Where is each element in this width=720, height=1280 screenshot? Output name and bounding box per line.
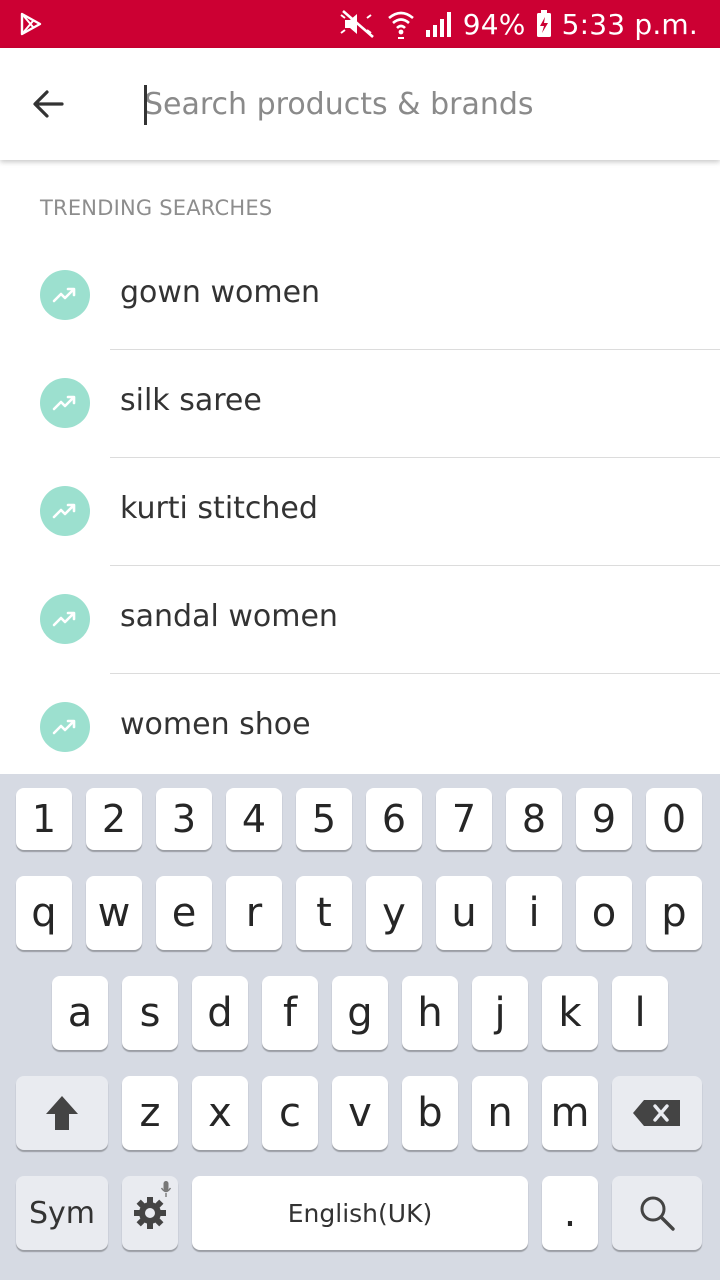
- key-9[interactable]: 9: [576, 788, 632, 850]
- key-u[interactable]: u: [436, 876, 492, 950]
- clock: 5:33 p.m.: [561, 7, 698, 41]
- list-item[interactable]: sandal women: [0, 566, 720, 674]
- trending-up-icon: [40, 378, 90, 428]
- gear-icon: [134, 1197, 166, 1229]
- text-cursor: [144, 85, 147, 125]
- settings-key[interactable]: [122, 1176, 178, 1250]
- search-input[interactable]: [144, 78, 684, 130]
- key-s[interactable]: s: [122, 976, 178, 1050]
- back-arrow-icon: [33, 90, 64, 118]
- trending-item-label: gown women: [120, 275, 321, 310]
- wifi-icon: [387, 11, 414, 39]
- backspace-key[interactable]: [612, 1076, 702, 1150]
- key-i[interactable]: i: [506, 876, 562, 950]
- trending-item-label: women shoe: [120, 707, 311, 742]
- space-key-language-label: English(UK): [287, 1198, 433, 1228]
- key-7[interactable]: 7: [436, 788, 492, 850]
- key-a[interactable]: a: [52, 976, 108, 1050]
- battery-percentage: 94%: [462, 7, 526, 41]
- key-t[interactable]: t: [296, 876, 352, 950]
- key-g[interactable]: g: [332, 976, 388, 1050]
- status-bar: 94% 5:33 p.m.: [0, 0, 720, 48]
- key-l[interactable]: l: [612, 976, 668, 1050]
- backspace-icon: [633, 1100, 680, 1126]
- key-8[interactable]: 8: [506, 788, 562, 850]
- key-v[interactable]: v: [332, 1076, 388, 1150]
- search-header: [0, 48, 720, 160]
- trending-item-label: sandal women: [120, 599, 338, 634]
- key-f[interactable]: f: [262, 976, 318, 1050]
- key-m[interactable]: m: [542, 1076, 598, 1150]
- shift-key[interactable]: [16, 1076, 108, 1150]
- key-p[interactable]: p: [646, 876, 702, 950]
- battery-charging-icon: [536, 10, 551, 37]
- list-item[interactable]: gown women: [0, 242, 720, 350]
- list-item[interactable]: kurti stitched: [0, 458, 720, 566]
- key-d[interactable]: d: [192, 976, 248, 1050]
- back-button[interactable]: [22, 78, 74, 130]
- play-store-icon: [20, 12, 42, 36]
- key-k[interactable]: k: [542, 976, 598, 1050]
- key-q[interactable]: q: [16, 876, 72, 950]
- key-z[interactable]: z: [122, 1076, 178, 1150]
- search-key[interactable]: [612, 1176, 702, 1250]
- trending-up-icon: [40, 594, 90, 644]
- list-item[interactable]: silk saree: [0, 350, 720, 458]
- period-key[interactable]: .: [542, 1176, 598, 1250]
- key-0[interactable]: 0: [646, 788, 702, 850]
- key-e[interactable]: e: [156, 876, 212, 950]
- list-item[interactable]: women shoe: [0, 674, 720, 782]
- on-screen-keyboard: 1 2 3 4 5 6 7 8 9 0 q w e r t y u i o p …: [0, 774, 720, 1280]
- trending-item-label: kurti stitched: [120, 491, 318, 526]
- key-o[interactable]: o: [576, 876, 632, 950]
- key-y[interactable]: y: [366, 876, 422, 950]
- key-1[interactable]: 1: [16, 788, 72, 850]
- sym-key[interactable]: Sym: [16, 1176, 108, 1250]
- sym-key-label: Sym: [28, 1195, 96, 1231]
- trending-item-label: silk saree: [120, 383, 262, 418]
- key-6[interactable]: 6: [366, 788, 422, 850]
- space-key[interactable]: English(UK): [192, 1176, 528, 1250]
- key-4[interactable]: 4: [226, 788, 282, 850]
- key-w[interactable]: w: [86, 876, 142, 950]
- key-n[interactable]: n: [472, 1076, 528, 1150]
- trending-up-icon: [40, 702, 90, 752]
- search-icon: [640, 1196, 675, 1231]
- key-5[interactable]: 5: [296, 788, 352, 850]
- key-3[interactable]: 3: [156, 788, 212, 850]
- trending-up-icon: [40, 270, 90, 320]
- key-b[interactable]: b: [402, 1076, 458, 1150]
- trending-list: gown women silk saree kurti stitched san…: [0, 242, 720, 782]
- trending-searches-heading: TRENDING SEARCHES: [40, 196, 273, 220]
- key-r[interactable]: r: [226, 876, 282, 950]
- trending-up-icon: [40, 486, 90, 536]
- key-h[interactable]: h: [402, 976, 458, 1050]
- shift-arrow-icon: [46, 1096, 78, 1130]
- key-c[interactable]: c: [262, 1076, 318, 1150]
- microphone-icon: [160, 1181, 172, 1197]
- mute-icon: [340, 10, 374, 38]
- key-2[interactable]: 2: [86, 788, 142, 850]
- key-x[interactable]: x: [192, 1076, 248, 1150]
- key-j[interactable]: j: [472, 976, 528, 1050]
- signal-icon: [425, 12, 451, 37]
